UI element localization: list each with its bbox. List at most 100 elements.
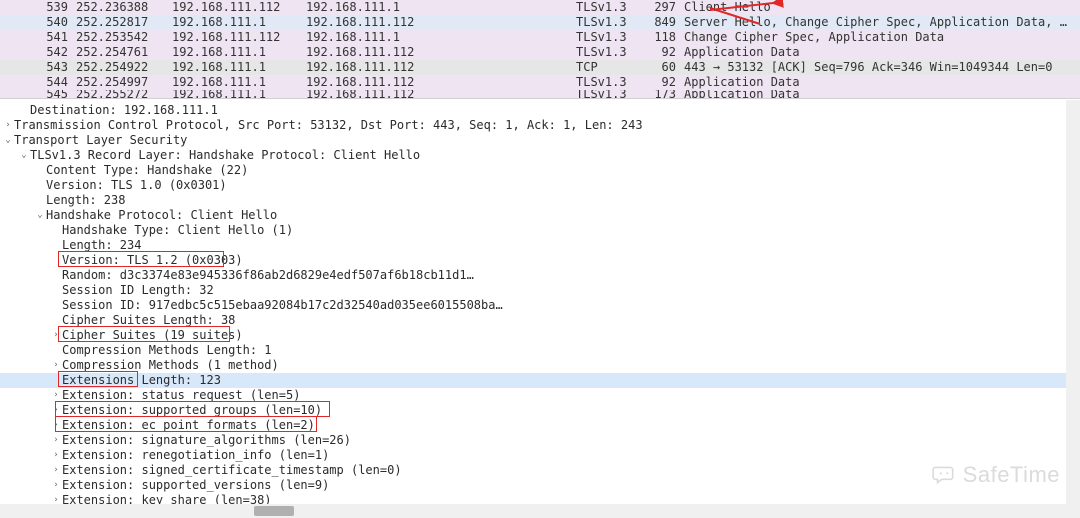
tree-extension-ec-point-formats[interactable]: › Extension: ec_point_formats (len=2): [0, 418, 1080, 433]
col-protocol: TCP: [576, 60, 640, 75]
tree-destination[interactable]: Destination: 192.168.111.1: [0, 103, 1080, 118]
packet-row[interactable]: 539 252.236388 192.168.111.112 192.168.1…: [0, 0, 1080, 15]
col-info: Application Data: [684, 45, 1080, 60]
col-time: 252.253542: [76, 30, 172, 45]
tree-label: Content Type: Handshake (22): [46, 163, 248, 178]
tree-extension-status-request[interactable]: › Extension: status_request (len=5): [0, 388, 1080, 403]
chevron-right-icon[interactable]: ›: [2, 118, 14, 133]
col-length: 92: [640, 75, 684, 90]
chevron-down-icon[interactable]: ⌄: [18, 148, 30, 163]
scrollbar-thumb[interactable]: [254, 506, 294, 516]
col-no: 541: [0, 30, 76, 45]
tree-label: Extensions Length: 123: [62, 373, 221, 388]
packet-row[interactable]: 541 252.253542 192.168.111.112 192.168.1…: [0, 30, 1080, 45]
col-length: 118: [640, 30, 684, 45]
col-time: 252.254997: [76, 75, 172, 90]
tree-extension-supported-groups[interactable]: › Extension: supported_groups (len=10): [0, 403, 1080, 418]
col-time: 252.254922: [76, 60, 172, 75]
tree-label: Random: d3c3374e83e945336f86ab2d6829e4ed…: [62, 268, 474, 283]
tree-label: Version: TLS 1.2 (0x0303): [62, 253, 243, 268]
col-dest: 192.168.111.112: [306, 45, 576, 60]
chevron-right-icon[interactable]: ›: [50, 328, 62, 343]
chat-icon: [931, 462, 957, 488]
tree-record-layer[interactable]: ⌄ TLSv1.3 Record Layer: Handshake Protoc…: [0, 148, 1080, 163]
chevron-right-icon[interactable]: ›: [50, 388, 62, 403]
col-dest: 192.168.111.1: [306, 0, 576, 15]
tree-record-version[interactable]: Version: TLS 1.0 (0x0301): [0, 178, 1080, 193]
col-no: 545: [0, 90, 76, 98]
col-info: Application Data: [684, 90, 1080, 98]
tree-label: Transport Layer Security: [14, 133, 187, 148]
tree-label: Cipher Suites (19 suites): [62, 328, 243, 343]
tree-extensions-length[interactable]: Extensions Length: 123: [0, 373, 1080, 388]
col-source: 192.168.111.1: [172, 15, 306, 30]
col-source: 192.168.111.1: [172, 45, 306, 60]
tree-content-type[interactable]: Content Type: Handshake (22): [0, 163, 1080, 178]
tree-tls[interactable]: ⌄ Transport Layer Security: [0, 133, 1080, 148]
packet-row[interactable]: 545 252.255272 192.168.111.1 192.168.111…: [0, 90, 1080, 98]
tree-label: Destination: 192.168.111.1: [30, 103, 218, 118]
vertical-scrollbar[interactable]: [1066, 100, 1080, 512]
tree-extension-supported-versions[interactable]: › Extension: supported_versions (len=9): [0, 478, 1080, 493]
col-source: 192.168.111.112: [172, 30, 306, 45]
tree-session-id[interactable]: Session ID: 917edbc5c515ebaa92084b17c2d3…: [0, 298, 1080, 313]
tree-label: Extension: status_request (len=5): [62, 388, 300, 403]
tree-cipher-suites-length[interactable]: Cipher Suites Length: 38: [0, 313, 1080, 328]
packet-row[interactable]: 544 252.254997 192.168.111.1 192.168.111…: [0, 75, 1080, 90]
packet-row[interactable]: 540 252.252817 192.168.111.1 192.168.111…: [0, 15, 1080, 30]
chevron-right-icon[interactable]: ›: [50, 463, 62, 478]
tree-label: Extension: supported_versions (len=9): [62, 478, 329, 493]
col-no: 543: [0, 60, 76, 75]
tree-label: Extension: renegotiation_info (len=1): [62, 448, 329, 463]
tree-random[interactable]: Random: d3c3374e83e945336f86ab2d6829e4ed…: [0, 268, 1080, 283]
tree-handshake-version[interactable]: Version: TLS 1.2 (0x0303): [0, 253, 1080, 268]
col-protocol: TLSv1.3: [576, 75, 640, 90]
packet-row[interactable]: 543 252.254922 192.168.111.1 192.168.111…: [0, 60, 1080, 75]
tree-extension-signed-cert-timestamp[interactable]: › Extension: signed_certificate_timestam…: [0, 463, 1080, 478]
col-length: 60: [640, 60, 684, 75]
chevron-right-icon[interactable]: ›: [50, 418, 62, 433]
tree-handshake-type[interactable]: Handshake Type: Client Hello (1): [0, 223, 1080, 238]
tree-extension-renegotiation-info[interactable]: › Extension: renegotiation_info (len=1): [0, 448, 1080, 463]
col-info: Server Hello, Change Cipher Spec, Applic…: [684, 15, 1080, 30]
tree-compression-methods[interactable]: › Compression Methods (1 method): [0, 358, 1080, 373]
tree-handshake[interactable]: ⌄ Handshake Protocol: Client Hello: [0, 208, 1080, 223]
col-no: 542: [0, 45, 76, 60]
tree-record-length[interactable]: Length: 238: [0, 193, 1080, 208]
packet-details-tree[interactable]: Destination: 192.168.111.1 › Transmissio…: [0, 99, 1080, 512]
horizontal-scrollbar[interactable]: [0, 504, 1080, 518]
col-length: 849: [640, 15, 684, 30]
tree-label: Compression Methods (1 method): [62, 358, 279, 373]
col-protocol: TLSv1.3: [576, 15, 640, 30]
tree-compression-methods-length[interactable]: Compression Methods Length: 1: [0, 343, 1080, 358]
col-source: 192.168.111.1: [172, 60, 306, 75]
col-no: 544: [0, 75, 76, 90]
chevron-down-icon[interactable]: ⌄: [34, 208, 46, 223]
tree-label: Extension: signature_algorithms (len=26): [62, 433, 351, 448]
col-info: Client Hello: [684, 0, 1080, 15]
tree-label: Session ID Length: 32: [62, 283, 214, 298]
tree-label: Version: TLS 1.0 (0x0301): [46, 178, 227, 193]
tree-tcp[interactable]: › Transmission Control Protocol, Src Por…: [0, 118, 1080, 133]
chevron-right-icon[interactable]: ›: [50, 433, 62, 448]
packet-row[interactable]: 542 252.254761 192.168.111.1 192.168.111…: [0, 45, 1080, 60]
tree-extension-signature-algorithms[interactable]: › Extension: signature_algorithms (len=2…: [0, 433, 1080, 448]
tree-handshake-length[interactable]: Length: 234: [0, 238, 1080, 253]
tree-label: Length: 238: [46, 193, 125, 208]
tree-label: Handshake Type: Client Hello (1): [62, 223, 293, 238]
watermark-text: SafeTime: [963, 462, 1060, 488]
col-dest: 192.168.111.112: [306, 60, 576, 75]
col-time: 252.236388: [76, 0, 172, 15]
tree-cipher-suites[interactable]: › Cipher Suites (19 suites): [0, 328, 1080, 343]
chevron-right-icon[interactable]: ›: [50, 478, 62, 493]
tree-session-id-length[interactable]: Session ID Length: 32: [0, 283, 1080, 298]
chevron-right-icon[interactable]: ›: [50, 448, 62, 463]
tree-label: Extension: ec_point_formats (len=2): [62, 418, 315, 433]
chevron-right-icon[interactable]: ›: [50, 403, 62, 418]
packet-list[interactable]: 539 252.236388 192.168.111.112 192.168.1…: [0, 0, 1080, 99]
tree-label: Session ID: 917edbc5c515ebaa92084b17c2d3…: [62, 298, 503, 313]
chevron-down-icon[interactable]: ⌄: [2, 133, 14, 148]
tree-label: Handshake Protocol: Client Hello: [46, 208, 277, 223]
chevron-right-icon[interactable]: ›: [50, 358, 62, 373]
col-info: Change Cipher Spec, Application Data: [684, 30, 1080, 45]
